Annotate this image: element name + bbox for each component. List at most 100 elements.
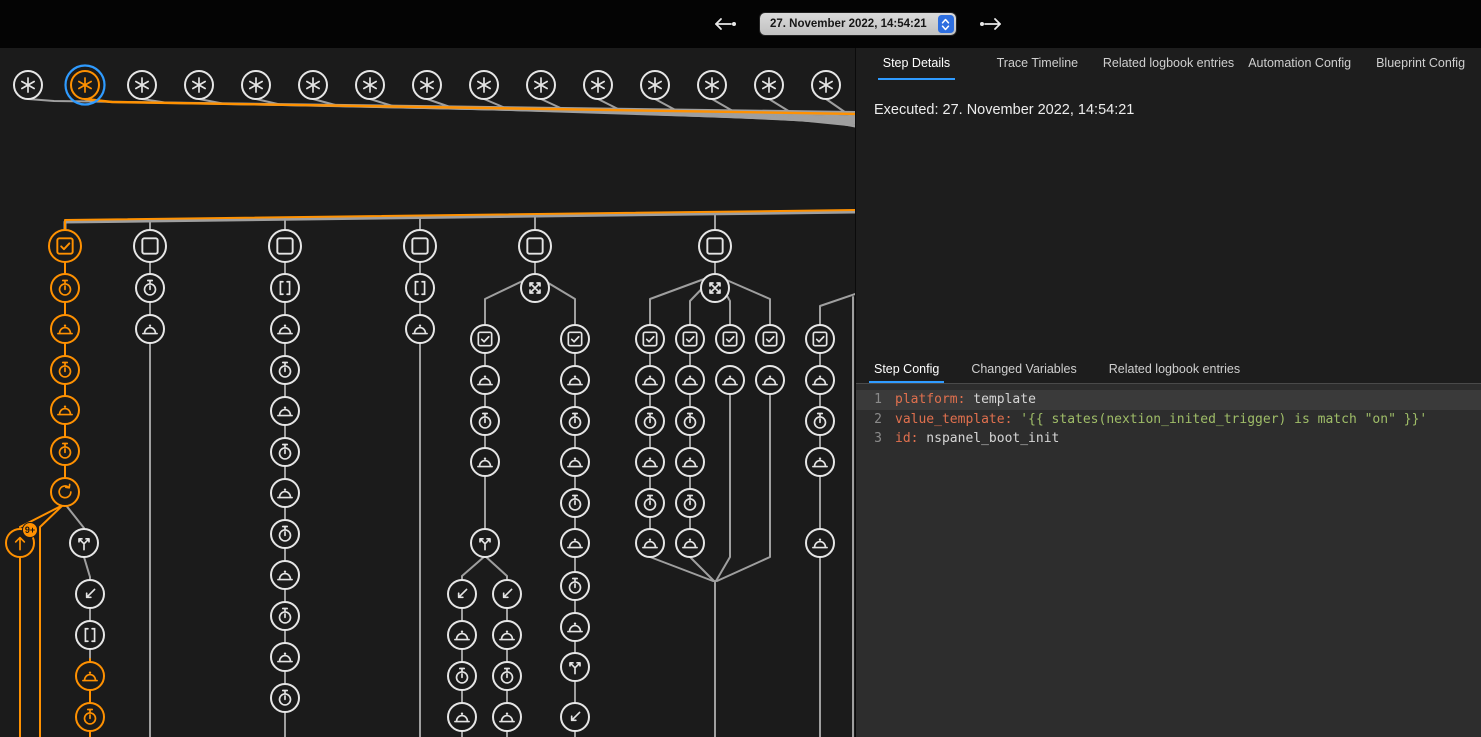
graph-node-timer[interactable] [561, 407, 589, 435]
graph-node-checkbox-marked[interactable] [49, 230, 81, 262]
graph-node-checkbox-marked[interactable] [561, 325, 589, 353]
graph-node-service[interactable] [806, 529, 834, 557]
graph-node-checkbox-blank[interactable] [519, 230, 551, 262]
graph-node-timer[interactable] [136, 274, 164, 302]
graph-node-service[interactable] [756, 366, 784, 394]
tab-related-logbook-entries[interactable]: Related logbook entries [1098, 48, 1239, 80]
graph-node-timer[interactable] [561, 572, 589, 600]
run-select[interactable]: 27. November 2022, 14:54:21 [760, 13, 956, 35]
graph-node-service[interactable] [676, 529, 704, 557]
graph-node-service[interactable] [493, 621, 521, 649]
graph-node-timer[interactable] [636, 407, 664, 435]
graph-node-timer[interactable] [76, 703, 104, 731]
graph-node-brackets[interactable] [76, 621, 104, 649]
next-run-arrow-icon[interactable] [978, 15, 1004, 33]
graph-node-service[interactable] [471, 366, 499, 394]
graph-node-choose[interactable] [521, 274, 549, 302]
graph-node-asterisk[interactable] [698, 71, 726, 99]
graph-node-repeat[interactable] [51, 478, 79, 506]
graph-node-checkbox-marked[interactable] [471, 325, 499, 353]
graph-node-asterisk[interactable] [14, 71, 42, 99]
graph-node-arrow-branch[interactable] [70, 529, 98, 557]
graph-node-service[interactable] [271, 561, 299, 589]
graph-node-asterisk[interactable] [470, 71, 498, 99]
graph-node-asterisk[interactable] [812, 71, 840, 99]
graph-node-asterisk[interactable] [242, 71, 270, 99]
graph-node-timer[interactable] [448, 662, 476, 690]
graph-node-arrow-bottom-left[interactable] [561, 703, 589, 731]
graph-node-service[interactable] [51, 396, 79, 424]
graph-node-service[interactable] [806, 366, 834, 394]
graph-node-timer[interactable] [676, 489, 704, 517]
graph-node-brackets[interactable] [406, 274, 434, 302]
graph-node-service[interactable] [806, 448, 834, 476]
graph-node-service[interactable] [271, 315, 299, 343]
graph-node-asterisk[interactable] [527, 71, 555, 99]
graph-node-timer[interactable] [561, 489, 589, 517]
previous-run-arrow-icon[interactable] [712, 15, 738, 33]
graph-node-service[interactable] [271, 397, 299, 425]
graph-node-service[interactable] [493, 703, 521, 731]
graph-node-asterisk[interactable] [299, 71, 327, 99]
graph-node-service[interactable] [51, 315, 79, 343]
graph-node-service[interactable] [716, 366, 744, 394]
graph-node-checkbox-marked[interactable] [716, 325, 744, 353]
graph-node-service[interactable] [561, 448, 589, 476]
graph-node-service[interactable] [271, 479, 299, 507]
graph-node-choose[interactable] [701, 274, 729, 302]
graph-node-arrow-up[interactable]: 9+ [6, 523, 38, 558]
trace-graph-canvas[interactable]: 9+ [0, 0, 855, 737]
graph-node-asterisk[interactable] [755, 71, 783, 99]
graph-node-service[interactable] [448, 703, 476, 731]
graph-node-checkbox-marked[interactable] [806, 325, 834, 353]
graph-node-service[interactable] [448, 621, 476, 649]
graph-node-service[interactable] [636, 448, 664, 476]
graph-node-service[interactable] [561, 366, 589, 394]
graph-node-brackets[interactable] [271, 274, 299, 302]
graph-node-service[interactable] [561, 529, 589, 557]
graph-node-arrow-branch[interactable] [471, 529, 499, 557]
graph-node-asterisk[interactable] [584, 71, 612, 99]
graph-node-service[interactable] [561, 613, 589, 641]
graph-node-checkbox-blank[interactable] [134, 230, 166, 262]
tab-automation-config[interactable]: Automation Config [1239, 48, 1360, 80]
graph-node-checkbox-marked[interactable] [756, 325, 784, 353]
graph-node-arrow-bottom-left[interactable] [448, 580, 476, 608]
graph-node-timer[interactable] [271, 684, 299, 712]
graph-node-asterisk[interactable] [128, 71, 156, 99]
graph-node-timer[interactable] [51, 356, 79, 384]
graph-node-asterisk[interactable] [413, 71, 441, 99]
graph-node-timer[interactable] [271, 356, 299, 384]
graph-node-service[interactable] [676, 366, 704, 394]
graph-node-checkbox-blank[interactable] [699, 230, 731, 262]
graph-node-service[interactable] [136, 315, 164, 343]
graph-node-arrow-branch[interactable] [561, 653, 589, 681]
graph-node-checkbox-marked[interactable] [676, 325, 704, 353]
graph-node-timer[interactable] [51, 437, 79, 465]
graph-node-asterisk[interactable] [356, 71, 384, 99]
graph-node-service[interactable] [636, 366, 664, 394]
graph-node-service[interactable] [76, 662, 104, 690]
graph-node-service[interactable] [271, 643, 299, 671]
graph-node-asterisk[interactable] [66, 66, 105, 105]
tab-blueprint-config[interactable]: Blueprint Config [1360, 48, 1481, 80]
graph-node-service[interactable] [676, 448, 704, 476]
graph-node-timer[interactable] [493, 662, 521, 690]
graph-node-checkbox-blank[interactable] [404, 230, 436, 262]
graph-node-asterisk[interactable] [641, 71, 669, 99]
graph-node-timer[interactable] [636, 489, 664, 517]
graph-node-timer[interactable] [806, 407, 834, 435]
graph-node-arrow-bottom-left[interactable] [493, 580, 521, 608]
tab-step-config[interactable]: Step Config [858, 356, 955, 383]
yaml-code-editor[interactable]: 1platform: template2value_template: '{{ … [856, 384, 1481, 737]
graph-node-timer[interactable] [271, 438, 299, 466]
graph-node-timer[interactable] [51, 274, 79, 302]
tab-step-details[interactable]: Step Details [856, 48, 977, 80]
graph-node-checkbox-marked[interactable] [636, 325, 664, 353]
graph-node-timer[interactable] [471, 407, 499, 435]
graph-node-timer[interactable] [676, 407, 704, 435]
graph-node-timer[interactable] [271, 520, 299, 548]
graph-node-service[interactable] [636, 529, 664, 557]
tab-trace-timeline[interactable]: Trace Timeline [977, 48, 1098, 80]
graph-node-arrow-bottom-left[interactable] [76, 580, 104, 608]
